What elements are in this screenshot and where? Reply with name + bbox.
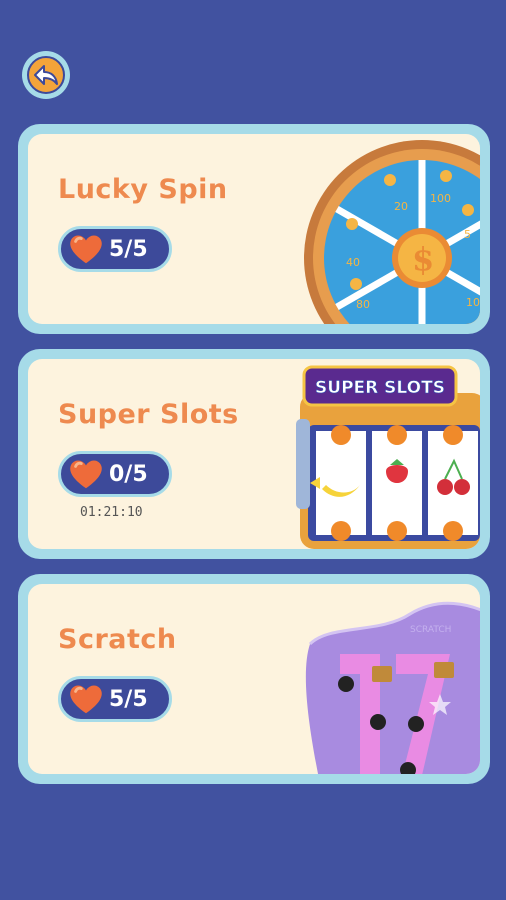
scratch-card-body: Scratch 5/5 SCRATCH xyxy=(28,584,480,774)
lives-count: 0/5 xyxy=(109,461,148,487)
refill-timer: 01:21:10 xyxy=(80,505,143,520)
game-title: Lucky Spin xyxy=(58,174,228,205)
slot-machine-icon: SUPER SLOTS xyxy=(296,365,480,549)
back-button[interactable] xyxy=(22,51,70,99)
game-title: Super Slots xyxy=(58,399,239,430)
back-arrow-icon xyxy=(27,56,65,94)
lives-badge: 0/5 xyxy=(58,451,172,497)
lucky-spin-card[interactable]: Lucky Spin 5/5 20 100 5 40 10 80 $ xyxy=(18,124,490,334)
super-slots-card[interactable]: Super Slots 0/5 01:21:10 SUPER SLOTS xyxy=(18,349,490,559)
super-slots-card-body: Super Slots 0/5 01:21:10 SUPER SLOTS xyxy=(28,359,480,549)
scratch-card[interactable]: Scratch 5/5 SCRATCH xyxy=(18,574,490,784)
wheel-label-100: 100 xyxy=(430,192,451,205)
scratch-ticket-icon: SCRATCH xyxy=(305,601,480,774)
wheel-label-5: 5 xyxy=(464,228,471,241)
scratch-pattern-text: SCRATCH xyxy=(410,625,451,635)
wheel-label-10: 10 xyxy=(466,296,480,309)
wheel-center-symbol: $ xyxy=(412,240,434,278)
lives-count: 5/5 xyxy=(109,686,148,712)
wheel-label-80: 80 xyxy=(356,298,370,311)
heart-icon xyxy=(70,685,102,714)
heart-icon xyxy=(70,235,102,264)
prize-wheel-icon: 20 100 5 40 10 80 $ xyxy=(304,140,480,324)
heart-icon xyxy=(70,460,102,489)
lives-badge: 5/5 xyxy=(58,226,172,272)
lucky-spin-card-body: Lucky Spin 5/5 20 100 5 40 10 80 $ xyxy=(28,134,480,324)
wheel-label-20: 20 xyxy=(394,200,408,213)
lives-badge: 5/5 xyxy=(58,676,172,722)
wheel-label-40: 40 xyxy=(346,256,360,269)
slot-sign-text: SUPER SLOTS xyxy=(315,378,445,398)
lives-count: 5/5 xyxy=(109,236,148,262)
game-title: Scratch xyxy=(58,624,177,655)
